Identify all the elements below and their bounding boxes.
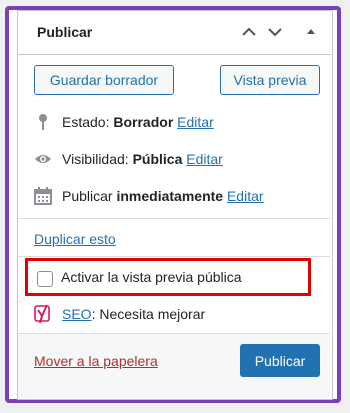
visibility-value: Pública	[132, 151, 183, 167]
public-preview-checkbox[interactable]	[37, 271, 53, 287]
duplicate-link[interactable]: Duplicar esto	[34, 231, 116, 247]
yoast-seo-icon	[34, 304, 52, 324]
schedule-label: Publicar	[62, 188, 113, 204]
divider	[18, 256, 330, 257]
status-value: Borrador	[113, 114, 174, 130]
divider	[18, 218, 330, 219]
move-down-icon[interactable]	[265, 24, 285, 40]
collapse-toggle-icon[interactable]	[301, 24, 321, 40]
move-up-icon[interactable]	[239, 24, 259, 40]
panel-title: Publicar	[37, 24, 93, 40]
move-to-trash-link[interactable]: Mover a la papelera	[34, 353, 158, 369]
calendar-icon	[34, 187, 52, 205]
public-preview-label: Activar la vista previa pública	[61, 269, 242, 285]
save-draft-button[interactable]: Guardar borrador	[34, 65, 174, 95]
edit-status-link[interactable]: Editar	[177, 114, 214, 130]
eye-icon	[34, 150, 52, 168]
seo-link[interactable]: SEO	[62, 306, 92, 322]
panel-header: Publicar	[17, 10, 331, 55]
schedule-value: inmediatamente	[116, 188, 224, 204]
status-label: Estado:	[62, 114, 110, 130]
visibility-row: Visibilidad: Pública Editar	[34, 149, 314, 169]
visibility-label: Visibilidad:	[62, 151, 129, 167]
preview-button[interactable]: Vista previa	[220, 65, 320, 95]
pin-icon	[34, 113, 52, 131]
seo-row: SEO: Necesita mejorar	[34, 304, 314, 324]
edit-schedule-link[interactable]: Editar	[227, 188, 264, 204]
publish-button[interactable]: Publicar	[240, 344, 320, 377]
edit-visibility-link[interactable]: Editar	[186, 151, 223, 167]
status-row: Estado: Borrador Editar	[34, 112, 314, 132]
seo-status: : Necesita mejorar	[91, 306, 206, 322]
schedule-row: Publicar inmediatamente Editar	[34, 186, 314, 206]
